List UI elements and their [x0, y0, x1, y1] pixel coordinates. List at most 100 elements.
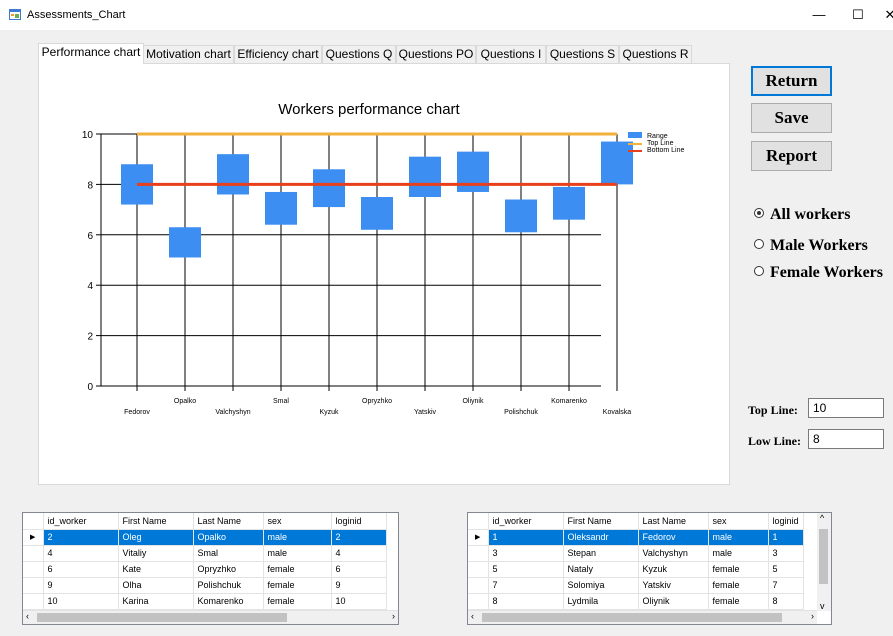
vertical-scrollbar[interactable]: ^ v [817, 513, 831, 611]
table-cell[interactable]: Opryzhko [193, 561, 264, 578]
workers-grid-right[interactable]: id_worker First Name Last Name sex loginid ▶ 1… [467, 512, 832, 625]
scroll-thumb[interactable] [37, 613, 287, 622]
table-row[interactable]: 7 Solomiya Yatskiv female 7 [468, 577, 804, 594]
scroll-thumb[interactable] [819, 529, 828, 584]
table-cell[interactable]: Smal [193, 545, 264, 562]
report-button[interactable]: Report [751, 141, 832, 171]
table-cell[interactable]: Olha [118, 577, 194, 594]
row-header[interactable] [23, 545, 44, 562]
column-header[interactable]: Last Name [193, 513, 264, 530]
tab-questions-po[interactable]: Questions PO [396, 45, 476, 64]
return-button[interactable]: Return [751, 66, 832, 96]
table-cell[interactable]: 6 [43, 561, 119, 578]
scroll-right-icon[interactable]: › [811, 611, 814, 621]
table-cell[interactable]: 7 [768, 577, 804, 594]
table-cell[interactable]: Oleg [118, 529, 194, 546]
column-header[interactable]: id_worker [43, 513, 119, 530]
table-row[interactable]: 5 Nataly Kyzuk female 5 [468, 561, 804, 578]
table-cell[interactable]: 3 [488, 545, 564, 562]
table-cell[interactable]: 1 [768, 529, 804, 546]
row-header[interactable] [23, 561, 44, 578]
column-header[interactable]: loginid [768, 513, 804, 530]
table-cell[interactable]: Stepan [563, 545, 639, 562]
table-cell[interactable]: 3 [768, 545, 804, 562]
workers-grid-left[interactable]: id_worker First Name Last Name sex loginid ▶ 2… [22, 512, 399, 625]
table-cell[interactable]: Kyzuk [638, 561, 709, 578]
scroll-right-icon[interactable]: › [392, 611, 395, 621]
column-header[interactable]: sex [708, 513, 769, 530]
table-cell[interactable]: male [263, 529, 332, 546]
column-header[interactable]: loginid [331, 513, 387, 530]
scroll-thumb[interactable] [482, 613, 782, 622]
radio-male-workers[interactable]: Male Workers [754, 237, 868, 255]
table-cell[interactable]: 5 [488, 561, 564, 578]
radio-female-workers[interactable]: Female Workers [754, 264, 883, 282]
tab-questions-s[interactable]: Questions S [546, 45, 619, 64]
table-cell[interactable]: female [708, 561, 769, 578]
table-cell[interactable]: Nataly [563, 561, 639, 578]
table-cell[interactable]: Opalko [193, 529, 264, 546]
table-cell[interactable]: 1 [488, 529, 564, 546]
tab-motivation-chart[interactable]: Motivation chart [143, 45, 234, 64]
table-cell[interactable]: Yatskiv [638, 577, 709, 594]
table-cell[interactable]: 6 [331, 561, 387, 578]
low-line-input[interactable]: 8 [808, 429, 884, 449]
table-cell[interactable]: 2 [43, 529, 119, 546]
table-cell[interactable]: Vitaliy [118, 545, 194, 562]
table-cell[interactable]: 9 [331, 577, 387, 594]
tab-performance-chart[interactable]: Performance chart [38, 43, 144, 64]
save-button[interactable]: Save [751, 103, 832, 133]
tab-questions-q[interactable]: Questions Q [322, 45, 396, 64]
column-header[interactable]: First Name [118, 513, 194, 530]
table-cell[interactable]: 5 [768, 561, 804, 578]
table-cell[interactable]: 8 [488, 593, 564, 610]
table-cell[interactable]: female [708, 593, 769, 610]
top-line-input[interactable]: 10 [808, 398, 884, 418]
row-header[interactable] [468, 545, 489, 562]
table-cell[interactable]: Kate [118, 561, 194, 578]
table-cell[interactable]: 2 [331, 529, 387, 546]
scroll-down-icon[interactable]: v [820, 601, 825, 611]
table-cell[interactable]: 7 [488, 577, 564, 594]
table-cell[interactable]: female [263, 593, 332, 610]
table-cell[interactable]: Lydmila [563, 593, 639, 610]
row-header[interactable] [468, 593, 489, 610]
table-cell[interactable]: Valchyshyn [638, 545, 709, 562]
radio-all-workers[interactable]: All workers [754, 206, 850, 224]
table-row[interactable]: 9 Olha Polishchuk female 9 [23, 577, 387, 594]
current-row-arrow-icon[interactable]: ▶ [23, 529, 44, 546]
close-button[interactable]: ✕ [880, 4, 893, 26]
table-cell[interactable]: Oliynik [638, 593, 709, 610]
scroll-up-icon[interactable]: ^ [820, 513, 824, 523]
table-cell[interactable]: Solomiya [563, 577, 639, 594]
column-header[interactable]: Last Name [638, 513, 709, 530]
table-cell[interactable]: male [708, 529, 769, 546]
tab-questions-i[interactable]: Questions I [476, 45, 546, 64]
table-cell[interactable]: Karina [118, 593, 194, 610]
table-cell[interactable]: 10 [331, 593, 387, 610]
table-cell[interactable]: female [708, 577, 769, 594]
table-cell[interactable]: Komarenko [193, 593, 264, 610]
horizontal-scrollbar[interactable]: ‹ › [23, 610, 398, 624]
table-row[interactable]: 10 Karina Komarenko female 10 [23, 593, 387, 610]
table-cell[interactable]: 4 [331, 545, 387, 562]
horizontal-scrollbar[interactable]: ‹ › [468, 610, 817, 624]
table-row[interactable]: ▶ 2 Oleg Opalko male 2 [23, 529, 387, 546]
table-row[interactable]: 8 Lydmila Oliynik female 8 [468, 593, 804, 610]
table-cell[interactable]: Polishchuk [193, 577, 264, 594]
column-header[interactable]: First Name [563, 513, 639, 530]
table-row[interactable]: ▶ 1 Oleksandr Fedorov male 1 [468, 529, 804, 546]
table-row[interactable]: 4 Vitaliy Smal male 4 [23, 545, 387, 562]
table-cell[interactable]: 8 [768, 593, 804, 610]
maximize-button[interactable]: ☐ [843, 4, 873, 26]
column-header[interactable]: sex [263, 513, 332, 530]
tab-efficiency-chart[interactable]: Efficiency chart [234, 45, 322, 64]
table-cell[interactable]: 4 [43, 545, 119, 562]
table-cell[interactable]: male [263, 545, 332, 562]
minimize-button[interactable]: — [804, 4, 834, 26]
row-header[interactable] [23, 593, 44, 610]
row-header[interactable] [468, 577, 489, 594]
table-cell[interactable]: 10 [43, 593, 119, 610]
table-cell[interactable]: 9 [43, 577, 119, 594]
current-row-arrow-icon[interactable]: ▶ [468, 529, 489, 546]
